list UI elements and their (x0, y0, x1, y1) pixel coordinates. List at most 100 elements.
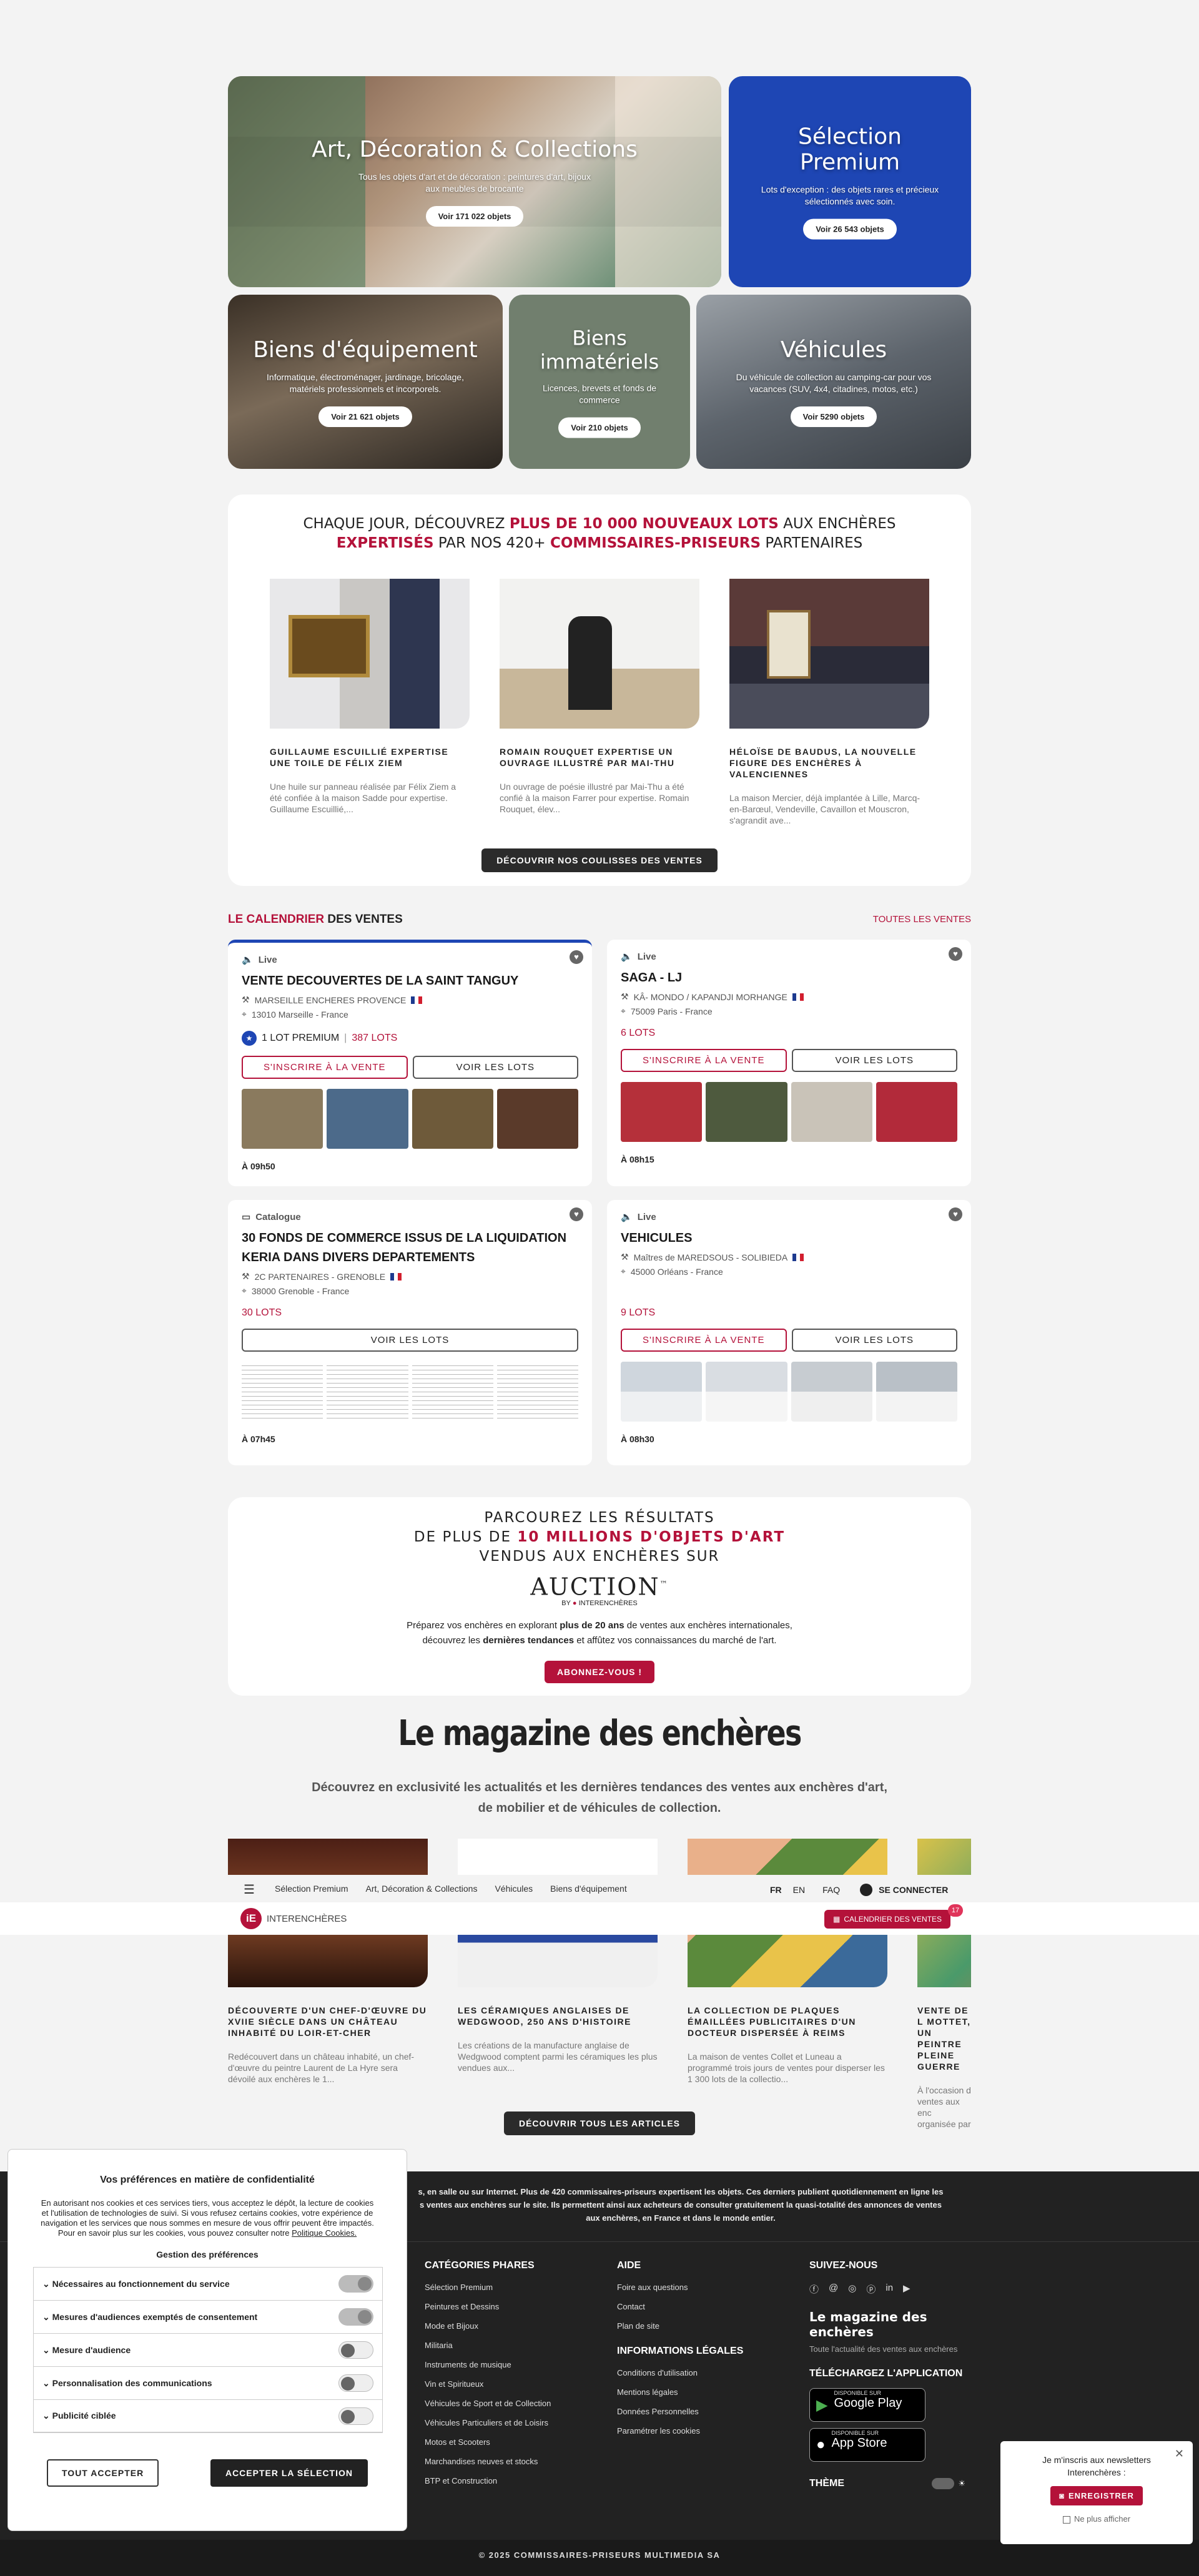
sale-card[interactable]: ♥ 🔈 Live VENTE DECOUVERTES DE LA SAINT TA… (228, 940, 592, 1186)
menu-icon[interactable]: ☰ (244, 1882, 255, 1897)
see-objects-button[interactable]: Voir 171 022 objets (425, 206, 524, 227)
see-lots-button[interactable]: VOIR LES LOTS (242, 1329, 578, 1352)
nav-equipment[interactable]: Biens d'équipement (550, 1884, 627, 1894)
footer-link[interactable]: Foire aux questions (617, 2283, 743, 2292)
favorite-icon[interactable]: ♥ (949, 947, 962, 961)
lang-en[interactable]: EN (793, 1885, 805, 1895)
favorite-icon[interactable]: ♥ (949, 1207, 962, 1221)
footer-link[interactable]: Paramétrer les cookies (617, 2426, 743, 2436)
footer-link[interactable]: Instruments de musique (425, 2360, 551, 2369)
facebook-icon[interactable]: ⓕ (809, 2283, 819, 2296)
all-articles-button[interactable]: DÉCOUVRIR TOUS LES ARTICLES (503, 2111, 696, 2135)
sale-title[interactable]: VENTE DECOUVERTES DE LA SAINT TANGUY (242, 971, 578, 991)
footer-link[interactable]: Vin et Spiritueux (425, 2379, 551, 2389)
nav-premium[interactable]: Sélection Premium (275, 1884, 348, 1894)
pref-label[interactable]: ⌄ Personnalisation des communications (42, 2378, 212, 2389)
register-sale-button[interactable]: S'INSCRIRE À LA VENTE (621, 1329, 787, 1352)
calendar-button[interactable]: ▦ CALENDRIER DES VENTES (824, 1910, 951, 1929)
behind-scenes-button[interactable]: DÉCOUVRIR NOS COULISSES DES VENTES (481, 848, 718, 872)
footer-link[interactable]: Militaria (425, 2341, 551, 2350)
subscribe-button[interactable]: ABONNEZ-VOUS ! (544, 1660, 655, 1683)
story-card[interactable]: ROMAIN ROUQUET EXPERTISE UN OUVRAGE ILLU… (500, 579, 699, 815)
footer-link[interactable]: BTP et Construction (425, 2476, 551, 2485)
instagram-icon[interactable]: ◎ (848, 2283, 856, 2296)
google-play-badge[interactable]: ▶ DISPONIBLE SUR Google Play (809, 2388, 925, 2422)
theme-toggle[interactable] (932, 2478, 955, 2489)
sale-card[interactable]: ♥ 🔈 Live VEHICULES ⚒ Maîtres de MAREDSOUS … (607, 1200, 971, 1465)
article-card[interactable]: LES CÉRAMIQUES ANGLAISES DE WEDGWOOD, 25… (458, 1839, 658, 2073)
category-premium[interactable]: Sélection Premium Lots d'exception : des… (729, 76, 971, 287)
see-objects-button[interactable]: Voir 210 objets (558, 417, 641, 438)
app-store-badge[interactable]: ● DISPONIBLE SUR App Store (809, 2428, 925, 2462)
category-art[interactable]: Art, Décoration & Collections Tous les o… (228, 76, 721, 287)
login-link[interactable]: SE CONNECTER (879, 1885, 948, 1895)
story-title: HÉLOÏSE DE BAUDUS, LA NOUVELLE FIGURE DE… (729, 747, 917, 779)
footer-link[interactable]: Contact (617, 2302, 743, 2311)
pref-label[interactable]: ⌄ Publicité ciblée (42, 2411, 116, 2421)
story-card[interactable]: HÉLOÏSE DE BAUDUS, LA NOUVELLE FIGURE DE… (729, 579, 929, 826)
sale-card[interactable]: ♥ 🔈 Live SAGA - LJ ⚒ KÂ- MONDO / KAPANDJI … (607, 940, 971, 1186)
accept-all-button[interactable]: TOUT ACCEPTER (47, 2459, 159, 2487)
newsletter-save-button[interactable]: ◙ ENREGISTRER (1050, 2486, 1143, 2505)
brand-logo[interactable]: iE INTERENCHÈRES (240, 1908, 347, 1929)
threads-icon[interactable]: @ (829, 2283, 838, 2296)
pref-label[interactable]: ⌄ Mesure d'audience (42, 2345, 131, 2356)
footer-link[interactable]: Véhicules de Sport et de Collection (425, 2399, 551, 2408)
register-sale-button[interactable]: S'INSCRIRE À LA VENTE (242, 1056, 408, 1079)
favorite-icon[interactable]: ♥ (570, 950, 583, 964)
all-sales-link[interactable]: TOUTES LES VENTES (873, 914, 971, 925)
footer-link[interactable]: Sélection Premium (425, 2283, 551, 2292)
footer-link[interactable]: Mode et Bijoux (425, 2321, 551, 2331)
footer-link[interactable]: Véhicules Particuliers et de Loisirs (425, 2418, 551, 2427)
footer-link[interactable]: Peintures et Dessins (425, 2302, 551, 2311)
footer-link[interactable]: Mentions légales (617, 2387, 743, 2397)
pref-toggle[interactable] (338, 2341, 373, 2359)
checkbox-icon (1062, 2515, 1070, 2524)
footer-link[interactable]: Marchandises neuves et stocks (425, 2457, 551, 2466)
faq-link[interactable]: FAQ (822, 1885, 840, 1895)
accept-selection-button[interactable]: ACCEPTER LA SÉLECTION (210, 2459, 368, 2487)
story-card[interactable]: GUILLAUME ESCUILLIÉ EXPERTISE UNE TOILE … (270, 579, 470, 815)
pref-toggle[interactable] (338, 2275, 373, 2293)
youtube-icon[interactable]: ▶ (903, 2283, 910, 2296)
sale-title[interactable]: 30 FONDS DE COMMERCE ISSUS DE LA LIQUIDA… (242, 1229, 578, 1267)
pref-label[interactable]: ⌄ Mesures d'audiences exemptés de consen… (42, 2312, 257, 2323)
footer-link[interactable]: Données Personnelles (617, 2407, 743, 2416)
category-equipment[interactable]: Biens d'équipement Informatique, électro… (228, 295, 503, 469)
pref-toggle[interactable] (338, 2407, 373, 2425)
footer-link[interactable]: Plan de site (617, 2321, 743, 2331)
user-icon[interactable] (860, 1884, 873, 1896)
pref-label[interactable]: ⌄ Nécessaires au fonctionnement du servi… (42, 2279, 230, 2289)
nav-art[interactable]: Art, Décoration & Collections (366, 1884, 478, 1894)
footer-link[interactable]: Motos et Scooters (425, 2437, 551, 2447)
auction-house[interactable]: KÂ- MONDO / KAPANDJI MORHANGE (634, 992, 787, 1002)
auction-house[interactable]: 2C PARTENAIRES - GRENOBLE (255, 1272, 386, 1282)
see-lots-button[interactable]: VOIR LES LOTS (791, 1049, 957, 1072)
sale-card[interactable]: ♥ ▭ Catalogue 30 FONDS DE COMMERCE ISSUS … (228, 1200, 592, 1465)
pinterest-icon[interactable]: ⓟ (866, 2283, 876, 2296)
category-immaterial[interactable]: Biens immatériels Licences, brevets et f… (509, 295, 690, 469)
see-lots-button[interactable]: VOIR LES LOTS (791, 1329, 957, 1352)
auction-house[interactable]: MARSEILLE ENCHERES PROVENCE (255, 995, 407, 1005)
linkedin-icon[interactable]: in (886, 2283, 893, 2296)
see-lots-button[interactable]: VOIR LES LOTS (412, 1056, 578, 1079)
cookie-policy-link[interactable]: Politique Cookies. (292, 2228, 357, 2238)
footer-link[interactable]: Conditions d'utilisation (617, 2368, 743, 2377)
no-show-checkbox[interactable]: Ne plus afficher (1000, 2514, 1193, 2524)
lang-fr[interactable]: FR (770, 1885, 782, 1895)
register-sale-button[interactable]: S'INSCRIRE À LA VENTE (621, 1049, 787, 1072)
category-vehicles[interactable]: Véhicules Du véhicule de collection au c… (696, 295, 971, 469)
close-icon[interactable]: ✕ (1175, 2447, 1184, 2460)
see-objects-button[interactable]: Voir 26 543 objets (803, 219, 897, 240)
see-objects-button[interactable]: Voir 21 621 objets (318, 406, 412, 427)
results-line-2-text: DE PLUS DE (413, 1529, 518, 1545)
pref-toggle[interactable] (338, 2374, 373, 2392)
pref-toggle[interactable] (338, 2308, 373, 2326)
nav-vehicles[interactable]: Véhicules (495, 1884, 533, 1894)
footer-magazine-title[interactable]: Le magazine des enchères (809, 2309, 972, 2339)
sale-title[interactable]: VEHICULES (621, 1229, 957, 1248)
see-objects-button[interactable]: Voir 5290 objets (790, 406, 877, 427)
favorite-icon[interactable]: ♥ (570, 1207, 583, 1221)
auction-house[interactable]: Maîtres de MAREDSOUS - SOLIBIEDA (634, 1252, 788, 1262)
sale-title[interactable]: SAGA - LJ (621, 968, 957, 988)
